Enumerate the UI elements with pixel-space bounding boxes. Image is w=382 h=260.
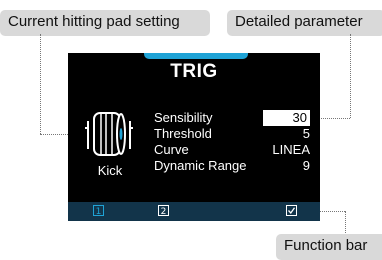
callout-detailed-parameter: Detailed parameter	[227, 10, 382, 36]
kick-drum-icon	[85, 112, 133, 156]
screen-top-tab	[144, 53, 248, 59]
param-label-curve: Curve	[154, 142, 189, 157]
param-value-curve[interactable]: LINEA	[272, 142, 310, 158]
device-screen: TRIG Kick Sensibility 30 Threshold 5 Cur…	[68, 53, 320, 221]
callout-function-bar: Function bar	[276, 234, 382, 260]
param-label-sensibility: Sensibility	[154, 110, 213, 125]
pad-name: Kick	[97, 163, 123, 178]
function-bar: 1 2	[68, 202, 320, 221]
param-value-dynamic-range[interactable]: 9	[303, 158, 310, 174]
screen-title: TRIG	[170, 61, 218, 82]
leader-line	[345, 211, 346, 233]
page-1-icon[interactable]: 1	[93, 205, 104, 216]
leader-line	[40, 34, 41, 134]
param-value-threshold[interactable]: 5	[303, 126, 310, 142]
param-label-threshold: Threshold	[154, 126, 212, 141]
checkbox-icon[interactable]	[286, 205, 297, 216]
param-label-dynamic-range: Dynamic Range	[154, 158, 247, 173]
svg-text:1: 1	[96, 207, 102, 216]
leader-line	[350, 34, 351, 118]
page-2-icon[interactable]: 2	[158, 205, 169, 216]
param-value-sensibility[interactable]: 30	[263, 110, 310, 126]
callout-pad-setting: Current hitting pad setting	[0, 10, 210, 36]
leader-line	[318, 118, 350, 119]
svg-text:2: 2	[161, 207, 167, 216]
